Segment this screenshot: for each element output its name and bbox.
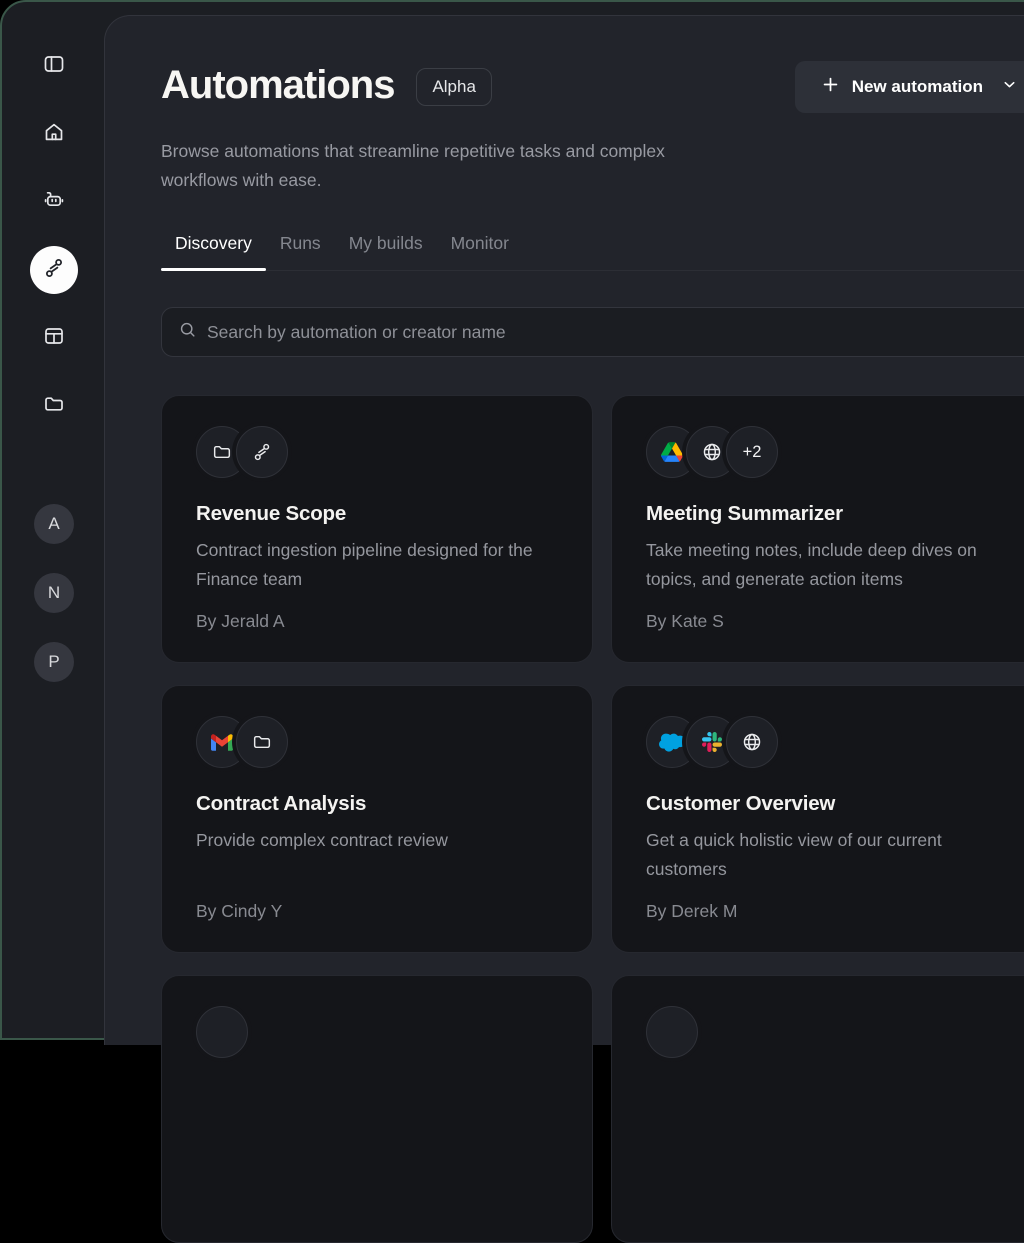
new-automation-label: New automation bbox=[852, 77, 983, 97]
card-title: Contract Analysis bbox=[196, 792, 558, 816]
sidebar-item-home[interactable] bbox=[30, 110, 78, 158]
globe-icon bbox=[726, 716, 778, 768]
avatar[interactable]: P bbox=[34, 642, 74, 682]
search-input[interactable] bbox=[207, 322, 1024, 343]
home-icon bbox=[42, 120, 66, 149]
page-title: Automations bbox=[161, 61, 394, 109]
folder-icon bbox=[236, 716, 288, 768]
card-author: By Cindy Y bbox=[196, 901, 558, 922]
card-title: Customer Overview bbox=[646, 792, 1008, 816]
avatar[interactable]: N bbox=[34, 573, 74, 613]
integration-badges bbox=[646, 1006, 1008, 1058]
automation-card[interactable]: Revenue Scope Contract ingestion pipelin… bbox=[161, 395, 593, 663]
integration-badges: +2 bbox=[646, 426, 1008, 478]
integration-badges bbox=[196, 1006, 558, 1058]
tab-bar: Discovery Runs My builds Monitor bbox=[161, 233, 1024, 271]
integration-icon bbox=[646, 1006, 698, 1058]
main-panel: Automations Alpha New automation Browse … bbox=[104, 15, 1024, 1045]
card-title: Revenue Scope bbox=[196, 502, 558, 526]
integration-badges bbox=[196, 426, 558, 478]
automation-grid: Revenue Scope Contract ingestion pipelin… bbox=[161, 395, 1024, 1243]
sidebar-item-tables[interactable] bbox=[30, 314, 78, 362]
automation-icon bbox=[42, 256, 66, 285]
card-author: By Jerald A bbox=[196, 611, 558, 632]
card-description: Contract ingestion pipeline designed for… bbox=[196, 536, 558, 594]
automation-card[interactable] bbox=[611, 975, 1024, 1243]
card-author: By Kate S bbox=[646, 611, 1008, 632]
avatar[interactable]: A bbox=[34, 504, 74, 544]
integration-badges bbox=[646, 716, 1008, 768]
tab-my-builds[interactable]: My builds bbox=[335, 233, 437, 270]
bot-icon bbox=[42, 188, 66, 217]
page-subtitle: Browse automations that streamline repet… bbox=[161, 137, 681, 195]
search-bar[interactable] bbox=[161, 307, 1024, 357]
folder-icon bbox=[42, 392, 66, 421]
alpha-badge: Alpha bbox=[416, 68, 491, 106]
avatar-stack: A N P bbox=[34, 504, 74, 682]
tab-discovery[interactable]: Discovery bbox=[161, 233, 266, 270]
plus-icon bbox=[821, 75, 840, 99]
integration-badges bbox=[196, 716, 558, 768]
app-window: A N P Automations Alpha New automation B… bbox=[0, 0, 1024, 1040]
automation-card[interactable]: Customer Overview Get a quick holistic v… bbox=[611, 685, 1024, 953]
automation-card[interactable] bbox=[161, 975, 593, 1243]
sidebar-toggle-icon bbox=[42, 52, 66, 81]
sidebar-item-automations[interactable] bbox=[30, 246, 78, 294]
tab-runs[interactable]: Runs bbox=[266, 233, 335, 270]
search-icon bbox=[178, 320, 197, 344]
card-description: Provide complex contract review bbox=[196, 826, 558, 855]
integration-icon bbox=[196, 1006, 248, 1058]
page-header: Automations Alpha New automation bbox=[161, 61, 1024, 113]
more-integrations-badge: +2 bbox=[726, 426, 778, 478]
card-description: Take meeting notes, include deep dives o… bbox=[646, 536, 1008, 594]
new-automation-button[interactable]: New automation bbox=[795, 61, 1024, 113]
automation-card[interactable]: +2 Meeting Summarizer Take meeting notes… bbox=[611, 395, 1024, 663]
card-author: By Derek M bbox=[646, 901, 1008, 922]
automation-icon bbox=[236, 426, 288, 478]
table-icon bbox=[42, 324, 66, 353]
sidebar-item-assistant[interactable] bbox=[30, 178, 78, 226]
automation-card[interactable]: Contract Analysis Provide complex contra… bbox=[161, 685, 593, 953]
sidebar-toggle-button[interactable] bbox=[30, 42, 78, 90]
card-title: Meeting Summarizer bbox=[646, 502, 1008, 526]
sidebar-item-files[interactable] bbox=[30, 382, 78, 430]
sidebar: A N P bbox=[4, 4, 104, 1038]
tab-monitor[interactable]: Monitor bbox=[437, 233, 523, 270]
chevron-down-icon bbox=[1001, 76, 1018, 98]
card-description: Get a quick holistic view of our current… bbox=[646, 826, 1008, 884]
